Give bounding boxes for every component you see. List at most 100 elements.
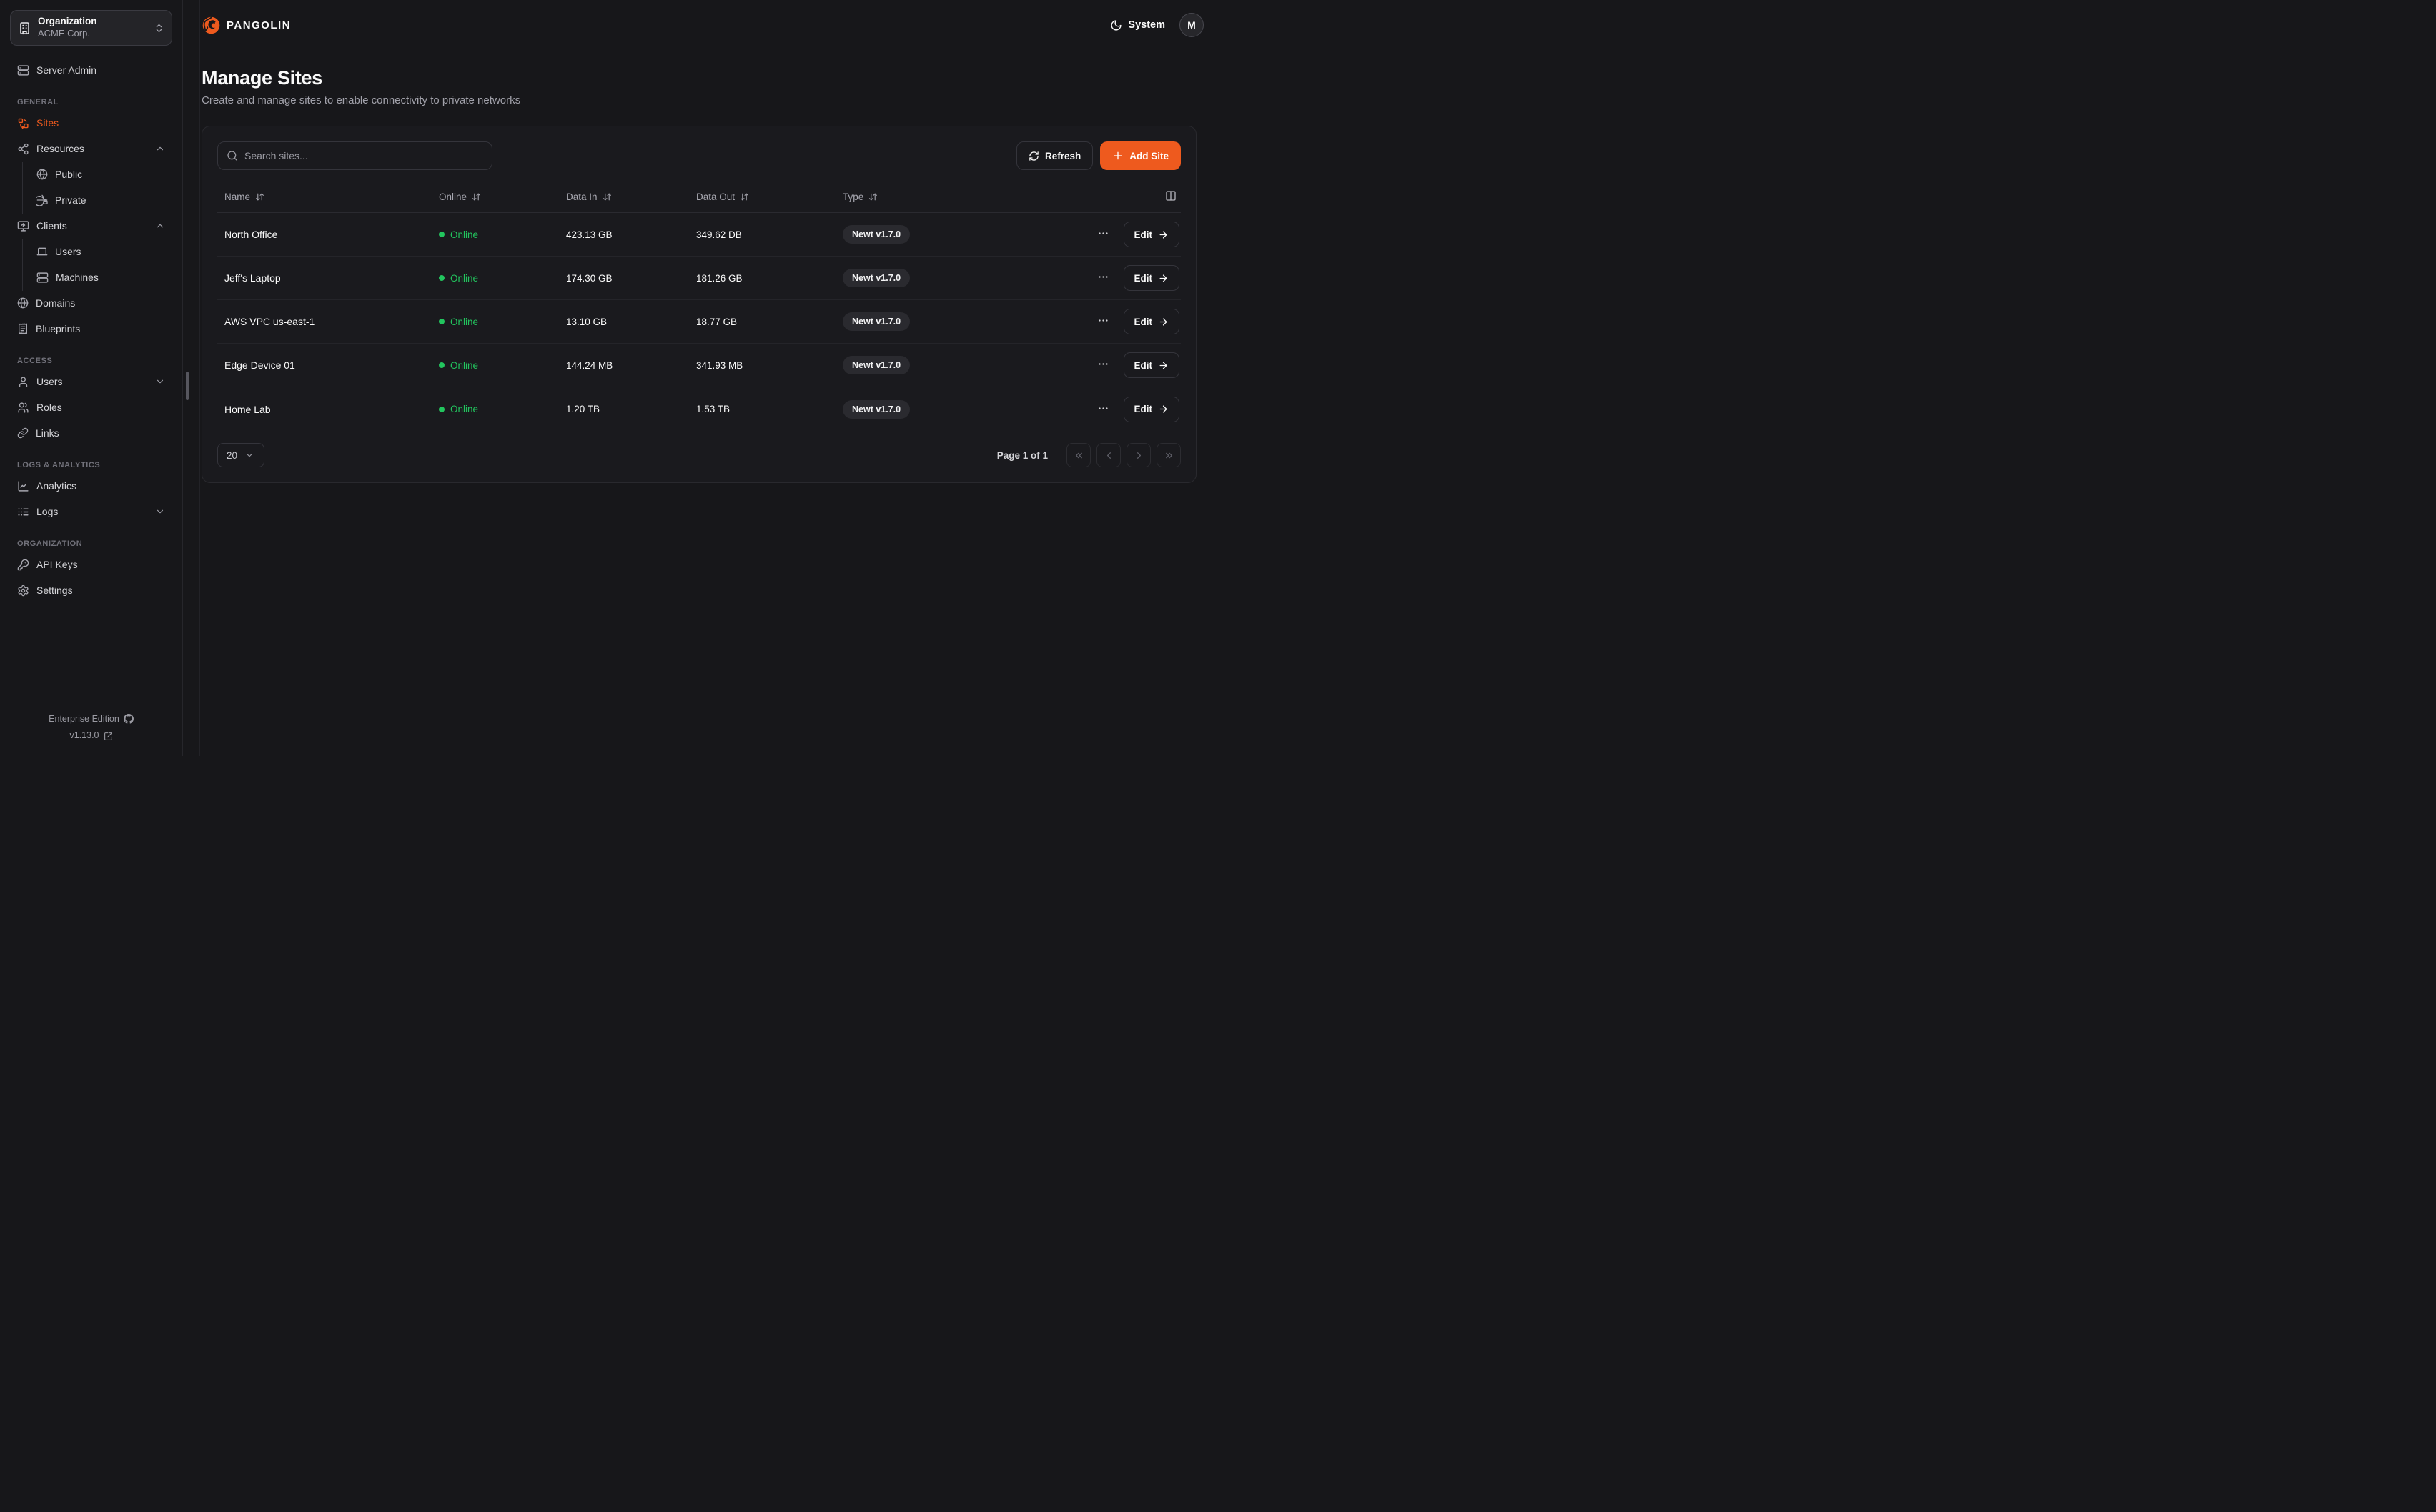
arrow-right-icon (1158, 273, 1169, 284)
online-dot-icon (439, 407, 445, 412)
resources-sublist: Public Private (22, 162, 172, 214)
row-menu-button[interactable] (1094, 355, 1112, 375)
row-menu-button[interactable] (1094, 312, 1112, 332)
edit-button[interactable]: Edit (1124, 309, 1180, 334)
sidebar-item-analytics[interactable]: Analytics (10, 474, 172, 498)
page-size-select[interactable]: 20 (217, 443, 264, 467)
column-header-data-in[interactable]: Data In (566, 192, 696, 202)
external-link-icon[interactable] (104, 732, 113, 741)
receipt-icon (17, 323, 29, 334)
table-row: AWS VPC us-east-1 Online 13.10 GB 18.77 … (217, 300, 1181, 344)
topbar-right: System M (1110, 13, 1204, 37)
sidebar-item-roles[interactable]: Roles (10, 395, 172, 419)
status-badge: Online (439, 317, 566, 327)
row-menu-button[interactable] (1094, 224, 1112, 244)
column-header-name[interactable]: Name (224, 192, 439, 202)
sidebar-item-logs[interactable]: Logs (10, 499, 172, 524)
sidebar-item-label: Domains (36, 297, 75, 309)
globe-lock-icon (36, 194, 48, 206)
sidebar-item-label: Links (36, 427, 59, 439)
column-header-online[interactable]: Online (439, 192, 566, 202)
sort-icon (740, 192, 749, 202)
app-logo[interactable]: PANGOLIN (202, 16, 291, 35)
sidebar-item-users[interactable]: Users (10, 369, 172, 394)
data-out-value: 18.77 GB (696, 317, 843, 327)
status-badge: Online (439, 273, 566, 284)
row-menu-button[interactable] (1094, 268, 1112, 288)
previous-page-button[interactable] (1096, 443, 1121, 467)
page-info: Page 1 of 1 (997, 450, 1048, 461)
ellipsis-icon (1097, 358, 1109, 370)
ellipsis-icon (1097, 314, 1109, 327)
sidebar-item-server-admin[interactable]: Server Admin (10, 58, 172, 82)
ellipsis-icon (1097, 271, 1109, 283)
sidebar-item-resources[interactable]: Resources (10, 136, 172, 161)
sidebar-item-machines[interactable]: Machines (25, 265, 172, 289)
clients-sublist: Users Machines (22, 239, 172, 291)
table-row: Home Lab Online 1.20 TB 1.53 TB Newt v1.… (217, 387, 1181, 431)
topbar: PANGOLIN System M (200, 0, 1218, 50)
sidebar-resize-handle[interactable] (186, 372, 189, 400)
chevrons-up-down-icon (154, 23, 164, 34)
sidebar-item-label: Users (55, 246, 81, 257)
key-icon (17, 559, 29, 571)
avatar[interactable]: M (1179, 13, 1204, 37)
columns-icon (1165, 190, 1177, 202)
version-label[interactable]: v1.13.0 (69, 727, 99, 745)
pangolin-logo-icon (202, 16, 221, 35)
site-name: AWS VPC us-east-1 (224, 316, 439, 327)
sidebar-item-settings[interactable]: Settings (10, 578, 172, 602)
last-page-button[interactable] (1157, 443, 1181, 467)
type-badge: Newt v1.7.0 (843, 400, 910, 419)
data-out-value: 1.53 TB (696, 404, 843, 414)
theme-toggle[interactable]: System (1110, 19, 1165, 31)
next-page-button[interactable] (1127, 443, 1151, 467)
edit-button[interactable]: Edit (1124, 265, 1180, 291)
card-toolbar: Refresh Add Site (217, 141, 1181, 170)
sidebar-item-public[interactable]: Public (25, 162, 172, 186)
sidebar-item-label: Settings (36, 585, 73, 596)
sidebar-item-sites[interactable]: Sites (10, 111, 172, 135)
ellipsis-icon (1097, 227, 1109, 239)
row-menu-button[interactable] (1094, 399, 1112, 419)
server-icon (36, 272, 49, 284)
section-label-general: GENERAL (10, 96, 172, 108)
sidebar-item-private[interactable]: Private (25, 188, 172, 212)
search-input[interactable] (244, 150, 483, 161)
first-page-button[interactable] (1066, 443, 1091, 467)
sidebar-item-label: Private (55, 194, 86, 206)
type-badge: Newt v1.7.0 (843, 356, 910, 374)
github-icon[interactable] (124, 714, 134, 724)
chevron-right-icon (1134, 450, 1144, 461)
sidebar-item-links[interactable]: Links (10, 421, 172, 445)
sidebar-item-domains[interactable]: Domains (10, 291, 172, 315)
online-dot-icon (439, 232, 445, 237)
sort-icon (472, 192, 481, 202)
sidebar-item-client-users[interactable]: Users (25, 239, 172, 264)
status-badge: Online (439, 404, 566, 414)
chevrons-left-icon (1074, 450, 1084, 461)
refresh-button[interactable]: Refresh (1016, 141, 1093, 170)
sidebar-item-clients[interactable]: Clients (10, 214, 172, 238)
column-visibility-button[interactable] (1162, 187, 1179, 207)
organization-selector[interactable]: Organization ACME Corp. (10, 10, 172, 46)
column-header-data-out[interactable]: Data Out (696, 192, 843, 202)
edit-button[interactable]: Edit (1124, 222, 1180, 247)
add-site-button[interactable]: Add Site (1100, 141, 1181, 170)
sidebar-item-blueprints[interactable]: Blueprints (10, 317, 172, 341)
chevron-down-icon (155, 377, 165, 387)
edit-button[interactable]: Edit (1124, 397, 1180, 422)
sidebar-item-api-keys[interactable]: API Keys (10, 552, 172, 577)
ellipsis-icon (1097, 402, 1109, 414)
organization-texts: Organization ACME Corp. (38, 16, 147, 39)
plus-icon (1112, 150, 1124, 161)
laptop-icon (36, 246, 48, 257)
monitor-up-icon (17, 220, 29, 232)
users-icon (17, 402, 29, 414)
sites-card: Refresh Add Site Name Online (202, 126, 1197, 483)
column-header-type[interactable]: Type (843, 192, 1072, 202)
chevron-up-icon (155, 221, 165, 231)
edit-button[interactable]: Edit (1124, 352, 1180, 378)
sidebar-item-label: Clients (36, 220, 67, 232)
sidebar-item-label: Roles (36, 402, 62, 413)
